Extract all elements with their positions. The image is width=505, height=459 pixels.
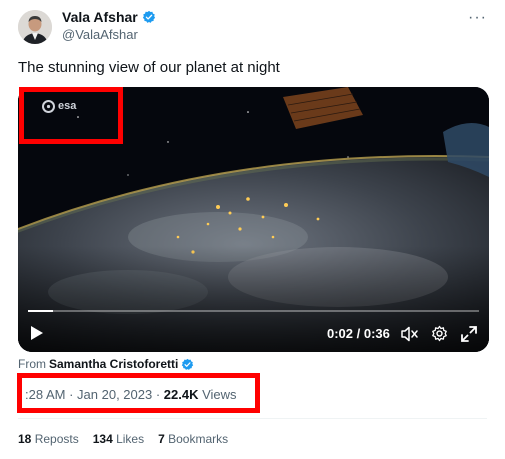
reposts-label: Reposts — [31, 432, 79, 446]
annotation-box-meta — [17, 373, 260, 413]
avatar-image — [18, 10, 52, 44]
play-button[interactable] — [30, 325, 44, 344]
likes-label: Likes — [112, 432, 145, 446]
video-duration: 0:36 — [363, 326, 390, 341]
attribution-prefix: From — [18, 357, 46, 371]
tweet-text: The stunning view of our planet at night — [18, 59, 280, 76]
bookmarks-label: Bookmarks — [164, 432, 229, 446]
author-handle[interactable]: @ValaAfshar — [62, 27, 138, 42]
bookmarks-stat[interactable]: 7 Bookmarks — [158, 432, 228, 446]
mute-icon — [401, 326, 418, 342]
fullscreen-icon — [461, 326, 477, 342]
mute-button[interactable] — [401, 326, 419, 345]
attribution-source-link[interactable]: Samantha Cristoforetti — [49, 357, 178, 371]
avatar[interactable] — [18, 10, 52, 44]
annotation-box-watermark — [19, 87, 123, 144]
video-progress-bar[interactable] — [28, 310, 479, 312]
engagement-stats: 18 Reposts 134 Likes 7 Bookmarks — [18, 432, 228, 446]
video-current-time: 0:02 — [327, 326, 354, 341]
verified-badge-icon — [142, 10, 155, 23]
more-options-button[interactable]: ··· — [468, 9, 487, 27]
author-display-name[interactable]: Vala Afshar — [62, 9, 138, 25]
settings-icon — [432, 325, 447, 342]
video-time-separator: / — [353, 326, 364, 341]
fullscreen-button[interactable] — [461, 326, 477, 345]
likes-count: 134 — [92, 432, 113, 446]
bookmarks-count: 7 — [158, 432, 165, 446]
reposts-stat[interactable]: 18 Reposts — [18, 432, 79, 446]
video-time-readout: 0:02 / 0:36 — [327, 326, 390, 341]
divider — [18, 418, 487, 419]
video-attribution: From Samantha Cristoforetti — [18, 357, 194, 371]
video-progress-fill — [28, 310, 54, 312]
settings-button[interactable] — [431, 325, 448, 345]
reposts-count: 18 — [18, 432, 32, 446]
author-name-row[interactable]: Vala Afshar — [62, 9, 156, 25]
likes-stat[interactable]: 134 Likes — [93, 432, 144, 446]
play-icon — [31, 326, 43, 340]
verified-badge-icon — [182, 358, 194, 370]
